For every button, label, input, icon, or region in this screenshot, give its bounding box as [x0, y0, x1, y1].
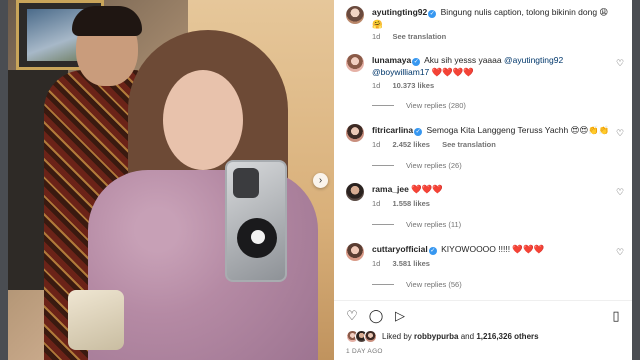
comment-time: 1d: [372, 140, 381, 149]
comment-time: 1d: [372, 81, 381, 90]
verified-icon: ✓: [414, 128, 423, 136]
replies-divider: [372, 105, 394, 106]
caption-time: 1d: [372, 32, 381, 41]
like-comment-heart-icon[interactable]: ♡: [616, 128, 624, 139]
caption-username[interactable]: ayutingting92: [372, 7, 427, 17]
view-replies-button[interactable]: View replies (56): [372, 280, 462, 289]
verified-icon: ✓: [428, 10, 437, 18]
avatar[interactable]: [346, 6, 364, 24]
comment-text: Semoga Kita Langgeng Teruss Yachh 😍😍👏👏: [426, 125, 610, 135]
like-comment-heart-icon[interactable]: ♡: [616, 187, 624, 198]
likes-summary: Liked by robbypurba and 1,216,326 others: [346, 330, 626, 344]
comment-text: ❤️❤️❤️: [411, 184, 444, 194]
comment-text-block: lunamaya ✓ Aku sih yesss yaaaa @ayutingti…: [372, 54, 612, 78]
see-translation-link[interactable]: See translation: [392, 32, 446, 41]
comment-text: KIYOWOOOO !!!!! ❤️❤️❤️: [441, 244, 545, 254]
verified-icon: ✓: [412, 58, 421, 66]
comment-text-block: fitricarlina ✓ Semoga Kita Langgeng Terus…: [372, 124, 612, 136]
likes-text: Liked by robbypurba and 1,216,326 others: [382, 332, 539, 341]
comment-text: Aku sih yesss yaaaa: [424, 55, 502, 65]
mention-link[interactable]: @boywilliam17: [372, 67, 429, 77]
comment-likes[interactable]: 10.373 likes: [392, 81, 434, 90]
verified-icon: ✓: [428, 247, 437, 255]
photo-woman-face: [163, 70, 243, 170]
comment-username[interactable]: lunamaya: [372, 55, 411, 65]
comment-time: 1d: [372, 259, 381, 268]
mention-link[interactable]: @ayutingting92: [504, 55, 563, 65]
caption-meta: 1d See translation: [372, 32, 456, 41]
comment-meta: 1d 3.581 likes: [372, 259, 440, 268]
post-actions-bar: ♡ ◯ ▷ ▯: [334, 300, 632, 328]
view-replies-label: View replies (56): [406, 280, 462, 289]
see-translation-link[interactable]: See translation: [442, 140, 496, 149]
comment-text-block: cuttaryofficial ✓ KIYOWOOOO !!!!! ❤️❤️❤️: [372, 243, 612, 255]
replies-divider: [372, 165, 394, 166]
liker-username[interactable]: robbypurba: [414, 332, 458, 341]
heart-icon[interactable]: ♡: [344, 308, 360, 324]
comment-text-block: rama_jee ❤️❤️❤️: [372, 183, 612, 195]
replies-divider: [372, 224, 394, 225]
comment-hearts: ❤️❤️❤️❤️: [431, 67, 475, 77]
backdrop-right: [632, 0, 640, 360]
comment-likes[interactable]: 1.558 likes: [392, 199, 430, 208]
view-replies-label: View replies (280): [406, 101, 466, 110]
view-replies-label: View replies (26): [406, 161, 462, 170]
view-replies-button[interactable]: View replies (26): [372, 161, 462, 170]
share-icon[interactable]: ▷: [392, 308, 408, 324]
avatar[interactable]: [346, 183, 364, 201]
comment-likes[interactable]: 2.452 likes: [392, 140, 430, 149]
like-comment-heart-icon[interactable]: ♡: [616, 58, 624, 69]
comment-likes[interactable]: 3.581 likes: [392, 259, 430, 268]
next-photo-button[interactable]: ›: [313, 173, 328, 188]
photo-clutch-bag: [68, 290, 124, 350]
likes-prefix: Liked by: [382, 332, 412, 341]
bookmark-icon[interactable]: ▯: [608, 308, 624, 324]
photo-phone: [225, 160, 287, 282]
comment-username[interactable]: fitricarlina: [372, 125, 413, 135]
backdrop-left: [0, 0, 8, 360]
comment-time: 1d: [372, 199, 381, 208]
comment-icon[interactable]: ◯: [368, 308, 384, 324]
avatar[interactable]: [346, 243, 364, 261]
comment-meta: 1d 2.452 likes See translation: [372, 140, 506, 149]
avatar[interactable]: [346, 124, 364, 142]
comment-username[interactable]: cuttaryofficial: [372, 244, 428, 254]
likes-count[interactable]: 1,216,326 others: [476, 332, 538, 341]
replies-divider: [372, 284, 394, 285]
view-replies-button[interactable]: View replies (280): [372, 101, 466, 110]
view-replies-button[interactable]: View replies (11): [372, 220, 461, 229]
view-replies-label: View replies (11): [406, 220, 462, 229]
post-date: 1 DAY AGO: [346, 348, 383, 355]
comments-panel: ayutingting92 ✓ Bingung nulis caption, to…: [334, 0, 632, 360]
comment-meta: 1d 1.558 likes: [372, 199, 440, 208]
post-photo[interactable]: [8, 0, 334, 360]
liker-avatars[interactable]: [346, 330, 382, 344]
likes-connector: and: [460, 332, 475, 341]
like-comment-heart-icon[interactable]: ♡: [616, 247, 624, 258]
avatar[interactable]: [346, 54, 364, 72]
comment-username[interactable]: rama_jee: [372, 184, 409, 194]
instagram-post-viewer: › ayutingting92 ✓ Bingung nulis caption, …: [0, 0, 640, 360]
comment-meta: 1d 10.373 likes: [372, 81, 444, 90]
caption-text-block: ayutingting92 ✓ Bingung nulis caption, to…: [372, 6, 612, 30]
chevron-right-icon: ›: [318, 175, 323, 186]
avatar: [364, 330, 377, 343]
